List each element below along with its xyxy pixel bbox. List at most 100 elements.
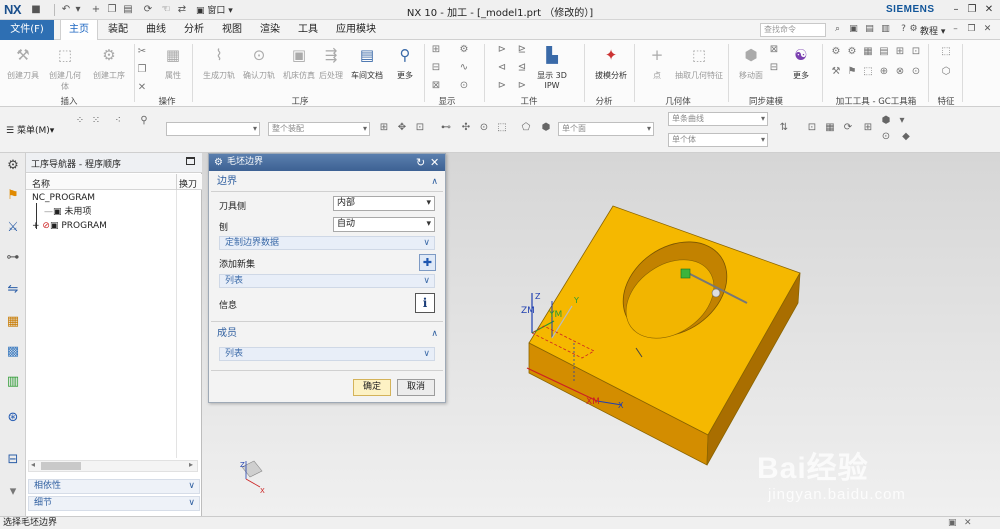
history-icon[interactable]: ▥ xyxy=(4,373,22,391)
gc-tool-7-icon[interactable]: ⚒ xyxy=(830,66,842,78)
workpiece-icon[interactable]: ⊳ xyxy=(496,44,508,56)
status-icon[interactable]: ▣ xyxy=(948,517,957,529)
horizontal-scrollbar[interactable]: ◂ ▸ xyxy=(28,460,198,472)
tree-item-nc-program[interactable]: NC_PROGRAM xyxy=(32,191,95,205)
select-icon[interactable]: ⊞ xyxy=(378,122,390,134)
scroll-right-icon[interactable]: ▸ xyxy=(189,460,193,469)
verify-toolpath-button[interactable]: ⊙ 确认刀轨 xyxy=(240,43,278,81)
point-button[interactable]: + 点 xyxy=(638,43,676,81)
circle-icon[interactable]: ⊙ xyxy=(478,122,490,134)
display-options-icon[interactable]: ⚙ xyxy=(458,44,470,56)
feature-2-icon[interactable]: ⬡ xyxy=(940,66,952,78)
extract-geometry-button[interactable]: ⬚ 抽取几何特征 xyxy=(672,43,726,81)
tutorial-menu[interactable]: 教程 ▾ xyxy=(920,24,945,37)
column-divider[interactable] xyxy=(176,174,177,190)
move-face-button[interactable]: ⬢ 移动面 xyxy=(732,43,770,81)
curve-rule-select[interactable]: 单条曲线 xyxy=(668,112,768,126)
gc-tool-10-icon[interactable]: ⊕ xyxy=(878,66,890,78)
ribbon-minimize-icon[interactable]: – xyxy=(950,24,961,35)
snap-icon[interactable]: ⁘ xyxy=(74,115,86,127)
gc-tool-8-icon[interactable]: ⚑ xyxy=(846,66,858,78)
section-members[interactable]: 成员 ∧ xyxy=(211,326,443,342)
section-boundary[interactable]: 边界 ∧ xyxy=(211,174,443,190)
maximize-icon[interactable] xyxy=(186,157,195,165)
create-tool-button[interactable]: ⚒ 创建刀具 xyxy=(4,43,42,81)
members-list-panel[interactable]: 列表 ∨ xyxy=(219,347,435,361)
display-check-icon[interactable]: ⊙ xyxy=(458,80,470,92)
nx-logo[interactable]: NX xyxy=(4,2,22,17)
gc-tool-11-icon[interactable]: ⊗ xyxy=(894,66,906,78)
tab-view[interactable]: 视图 xyxy=(214,20,250,40)
tab-render[interactable]: 渲染 xyxy=(252,20,288,40)
copy-icon[interactable]: ❐ xyxy=(106,4,118,16)
snap-point-icon[interactable]: ✥ xyxy=(396,122,408,134)
draft-analysis-button[interactable]: ✦ 拔模分析 xyxy=(592,43,630,81)
add-icon[interactable]: + xyxy=(90,4,102,16)
tree-item-unused[interactable]: —▣ 未用项 xyxy=(44,205,91,219)
paste-icon[interactable]: ▤ xyxy=(122,4,134,16)
roles-icon[interactable]: ▣ xyxy=(848,24,859,35)
list-panel[interactable]: 列表 ∨ xyxy=(219,274,435,288)
display-path-icon[interactable]: ∿ xyxy=(458,62,470,74)
gc-tool-3-icon[interactable]: ▦ xyxy=(862,46,874,58)
repeat-command-icon[interactable]: ⟳ xyxy=(142,4,154,16)
workpiece-part-icon[interactable]: ⊳ xyxy=(516,80,528,92)
resource-icon[interactable]: ▥ xyxy=(880,24,891,35)
tab-file[interactable]: 文件(F) xyxy=(0,20,54,40)
display-toolpath-icon[interactable]: ⊞ xyxy=(430,44,442,56)
show-3d-ipw-button[interactable]: ▙ 显示 3D IPW xyxy=(530,43,574,90)
display-ipw-icon[interactable]: ⊠ xyxy=(430,80,442,92)
workpiece-check-icon[interactable]: ⊵ xyxy=(516,44,528,56)
snap-icon[interactable]: ⁖ xyxy=(112,115,124,127)
history-icon[interactable]: ▤ xyxy=(864,24,875,35)
menu-button[interactable]: ☰ 菜单(M)▾ xyxy=(6,123,54,136)
type-filter-select[interactable] xyxy=(166,122,260,136)
ribbon-close-icon[interactable]: ✕ xyxy=(982,24,993,35)
delete-icon[interactable]: ✕ xyxy=(136,82,148,94)
info-button[interactable]: i xyxy=(415,293,435,313)
undo-icon[interactable]: ↶ xyxy=(60,4,72,16)
generate-toolpath-button[interactable]: ⌇ 生成刀轨 xyxy=(200,43,238,81)
command-search-input[interactable]: 查找命令 xyxy=(760,23,826,37)
tab-assembly[interactable]: 装配 xyxy=(100,20,136,40)
filter-icon[interactable]: ⚲ xyxy=(138,115,150,127)
tab-analysis[interactable]: 分析 xyxy=(176,20,212,40)
more-operations-button[interactable]: ⚲ 更多 xyxy=(386,43,424,81)
view-triad-cube[interactable] xyxy=(241,460,263,478)
part-navigator-icon[interactable]: ⊶ xyxy=(4,249,22,267)
assembly-navigator-icon[interactable]: ⚑ xyxy=(4,187,22,205)
search-icon[interactable]: ⌕ xyxy=(832,24,843,35)
snap-icon[interactable]: ⁙ xyxy=(90,115,102,127)
body-rule-select[interactable]: 单个体 xyxy=(668,133,768,147)
tab-application[interactable]: 应用模块 xyxy=(330,20,382,40)
workpiece-geometry-icon[interactable]: ⊲ xyxy=(496,62,508,74)
sync-replace-icon[interactable]: ⊟ xyxy=(768,62,780,74)
custom-boundary-panel[interactable]: 定制边界数据 ∨ xyxy=(219,236,435,250)
save-icon[interactable]: ■ xyxy=(30,4,42,16)
status-icon[interactable]: ✕ xyxy=(964,517,972,529)
column-name[interactable]: 名称 xyxy=(32,177,50,190)
close-icon[interactable]: ✕ xyxy=(430,155,439,170)
tab-tools[interactable]: 工具 xyxy=(290,20,326,40)
reset-icon[interactable]: ↻ xyxy=(416,155,425,170)
dependencies-panel[interactable]: 相依性 ∨ xyxy=(28,479,200,494)
expand-icon[interactable]: + xyxy=(32,221,40,231)
gear-icon[interactable]: ⚙ xyxy=(214,156,223,169)
touch-mode-icon[interactable]: ☜ xyxy=(160,4,172,16)
scrollbar-thumb[interactable] xyxy=(41,462,81,470)
minimize-button[interactable]: – xyxy=(950,3,962,16)
shop-documentation-button[interactable]: ▤ 车间文档 xyxy=(348,43,386,81)
cut-icon[interactable]: ✂ xyxy=(136,46,148,58)
window-menu[interactable]: ▣ 窗口 ▾ xyxy=(196,3,233,16)
add-new-set-button[interactable]: ✚ xyxy=(419,254,436,271)
workpiece-trim-icon[interactable]: ⊴ xyxy=(516,62,528,74)
scroll-left-icon[interactable]: ◂ xyxy=(31,460,35,469)
create-operation-button[interactable]: ⚙ 创建工序 xyxy=(90,43,128,81)
ribbon-restore-icon[interactable]: ❐ xyxy=(966,24,977,35)
rotate-icon[interactable]: ⟳ xyxy=(842,122,854,134)
gc-tool-9-icon[interactable]: ⬚ xyxy=(862,66,874,78)
plane-select[interactable]: 自动 xyxy=(333,217,435,232)
gc-tool-6-icon[interactable]: ⊡ xyxy=(910,46,922,58)
render-style-icon[interactable]: ⬢ xyxy=(880,115,892,127)
select-rect-icon[interactable]: ⬚ xyxy=(496,122,508,134)
